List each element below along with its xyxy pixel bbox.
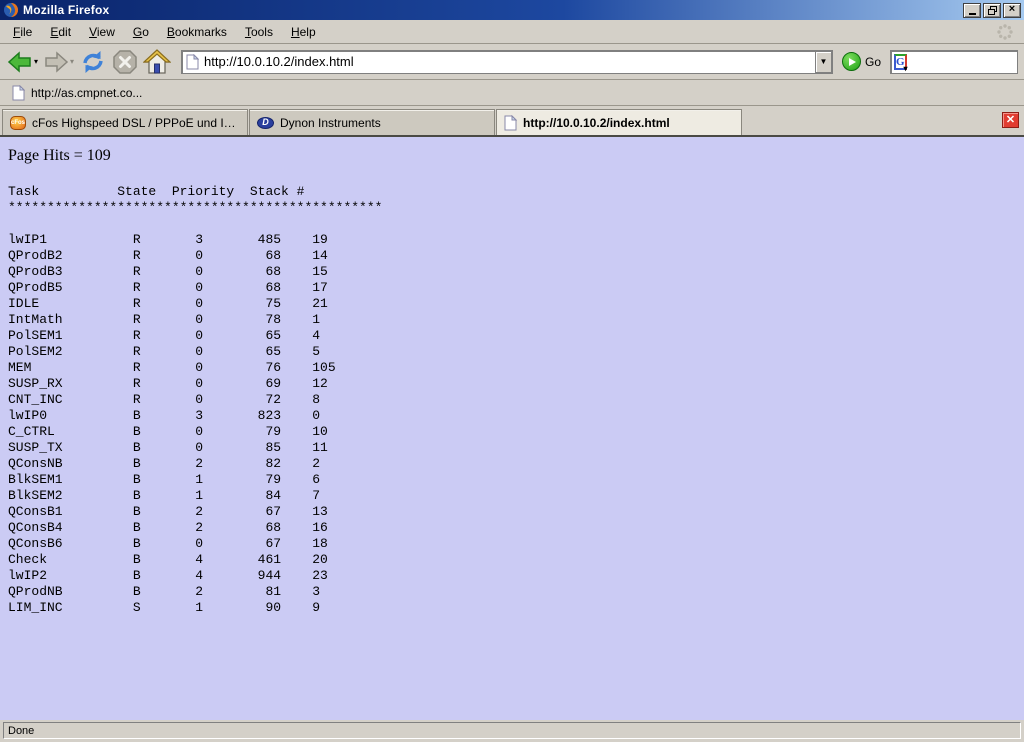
restore-button[interactable]	[983, 3, 1001, 18]
dynon-icon: D	[257, 117, 274, 129]
window-title: Mozilla Firefox	[23, 3, 109, 17]
back-button[interactable]: ▾	[6, 49, 39, 75]
cfos-icon: cFos	[10, 116, 26, 130]
browser-window: Mozilla Firefox × File Edit View Go Book…	[0, 0, 1024, 742]
firefox-icon	[3, 2, 19, 18]
close-window-button[interactable]: ×	[1003, 3, 1021, 18]
forward-dropdown-caret[interactable]: ▾	[70, 57, 74, 66]
back-icon	[7, 50, 33, 74]
tab-bar: cFos cFos Highspeed DSL / PPPoE und ISDN…	[0, 106, 1024, 137]
menu-bookmarks[interactable]: Bookmarks	[158, 22, 236, 42]
title-bar: Mozilla Firefox ×	[0, 0, 1024, 20]
minimize-icon	[969, 13, 976, 15]
tab-cfos[interactable]: cFos cFos Highspeed DSL / PPPoE und ISDN…	[2, 109, 248, 135]
bookmarks-toolbar: http://as.cmpnet.co...	[0, 80, 1024, 106]
chevron-down-icon: ▼	[820, 57, 828, 66]
reload-button[interactable]	[78, 48, 108, 76]
search-box[interactable]: G▾	[890, 50, 1018, 74]
menu-bar: File Edit View Go Bookmarks Tools Help	[0, 20, 1024, 44]
page-content: Page Hits = 109 Task State Priority Stac…	[0, 137, 1024, 720]
menu-tools[interactable]: Tools	[236, 22, 282, 42]
menu-file[interactable]: File	[4, 22, 41, 42]
url-bar[interactable]: ▼	[181, 50, 833, 74]
go-label[interactable]: Go	[865, 55, 881, 69]
status-bar: Done	[0, 720, 1024, 742]
status-text: Done	[3, 722, 1021, 739]
home-button[interactable]	[142, 48, 172, 76]
page-icon	[186, 54, 199, 70]
search-input[interactable]	[910, 55, 1024, 69]
close-icon: ✕	[1006, 115, 1015, 126]
task-table: Task State Priority Stack # ************…	[8, 184, 1024, 616]
minimize-button[interactable]	[963, 3, 981, 18]
bookmark-item[interactable]: http://as.cmpnet.co...	[8, 83, 146, 103]
bookmark-label: http://as.cmpnet.co...	[31, 86, 142, 100]
home-icon	[143, 49, 171, 75]
tab-index-html-active[interactable]: http://10.0.10.2/index.html	[496, 109, 742, 135]
page-hits-text: Page Hits = 109	[8, 147, 1024, 165]
close-icon: ×	[1009, 4, 1015, 15]
tab-label: cFos Highspeed DSL / PPPoE und ISDN CAP.…	[32, 116, 240, 130]
tab-label: http://10.0.10.2/index.html	[523, 116, 670, 130]
throbber-icon	[996, 23, 1014, 41]
menu-go[interactable]: Go	[124, 22, 158, 42]
restore-icon	[988, 6, 997, 15]
menu-edit[interactable]: Edit	[41, 22, 80, 42]
tab-label: Dynon Instruments	[280, 116, 381, 130]
page-icon	[12, 85, 25, 101]
google-g-icon[interactable]: G▾	[894, 54, 907, 70]
close-tab-button[interactable]: ✕	[1002, 112, 1019, 128]
stop-button[interactable]	[111, 48, 139, 76]
url-dropdown-button[interactable]: ▼	[815, 51, 832, 73]
menu-view[interactable]: View	[80, 22, 124, 42]
back-dropdown-caret[interactable]: ▾	[34, 57, 38, 66]
go-arrow-icon	[849, 58, 856, 66]
reload-icon	[79, 49, 107, 75]
menu-help[interactable]: Help	[282, 22, 325, 42]
tab-dynon[interactable]: D Dynon Instruments	[249, 109, 495, 135]
forward-icon	[43, 50, 69, 74]
stop-icon	[112, 49, 138, 75]
url-input[interactable]	[204, 54, 810, 69]
page-icon	[504, 115, 517, 131]
forward-button[interactable]: ▾	[42, 49, 75, 75]
navigation-toolbar: ▾ ▾	[0, 44, 1024, 80]
search-engine-caret: ▾	[904, 64, 908, 73]
go-button[interactable]	[842, 52, 861, 71]
